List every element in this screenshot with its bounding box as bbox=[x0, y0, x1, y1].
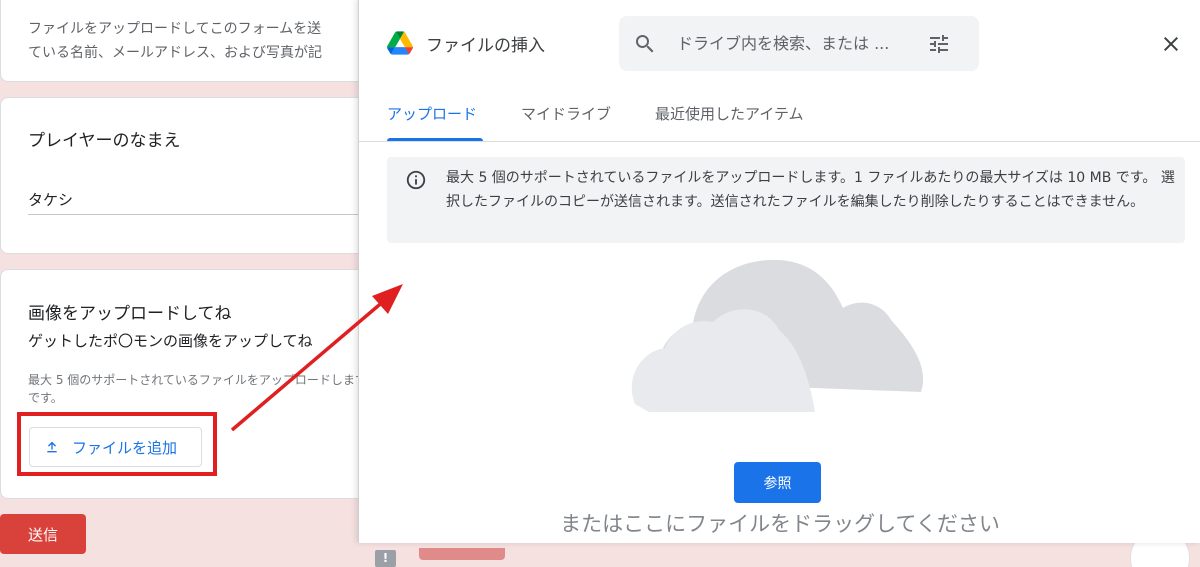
drive-search-box[interactable] bbox=[619, 16, 979, 71]
tab-my-drive[interactable]: マイドライブ bbox=[521, 103, 611, 124]
question-subtitle: ゲットしたポ〇モンの画像をアップしてね bbox=[28, 332, 313, 350]
close-icon[interactable] bbox=[1159, 32, 1183, 56]
answer-field-player-name[interactable]: タケシ bbox=[28, 189, 73, 210]
tune-icon[interactable] bbox=[927, 32, 951, 56]
report-icon[interactable]: ! bbox=[375, 550, 396, 567]
submit-button[interactable]: 送信 bbox=[0, 514, 86, 554]
browse-button[interactable]: 参照 bbox=[734, 462, 821, 503]
question-title: 画像をアップロードしてね bbox=[28, 304, 232, 324]
upload-hint-line-2: です。 bbox=[28, 391, 63, 405]
cloud-illustration bbox=[631, 259, 924, 412]
form-description-line-2: ている名前、メールアドレス、および写真が記 bbox=[28, 45, 322, 61]
question-title: プレイヤーのなまえ bbox=[28, 131, 181, 151]
google-drive-logo bbox=[387, 31, 413, 55]
form-description-card: ファイルをアップロードしてこのフォームを送 ている名前、メールアドレス、および写… bbox=[0, 0, 380, 82]
form-description: ファイルをアップロードしてこのフォームを送 ている名前、メールアドレス、および写… bbox=[28, 17, 322, 65]
form-description-line-1: ファイルをアップロードしてこのフォームを送 bbox=[28, 21, 322, 37]
highlight-box bbox=[17, 412, 217, 476]
answer-underline bbox=[28, 214, 368, 215]
upload-hint-line-1: 最大 5 個のサポートされているファイルをアップロードします。 bbox=[28, 373, 368, 387]
question-card-player-name: プレイヤーのなまえ タケシ bbox=[0, 97, 380, 254]
drag-drop-text: またはここにファイルをドラッグしてください bbox=[560, 512, 1000, 536]
tab-upload[interactable]: アップロード bbox=[387, 103, 477, 124]
file-picker-dialog: ファイルの挿入 アップロード マイドライブ 最近使用したアイテム 最大 5 個の… bbox=[358, 0, 1200, 543]
upload-info-text: 最大 5 個のサポートされているファイルをアップロードします。1 ファイルあたり… bbox=[446, 170, 1175, 210]
tabs-divider bbox=[359, 141, 1200, 142]
picker-title: ファイルの挿入 bbox=[426, 36, 545, 56]
upload-info-banner: 最大 5 個のサポートされているファイルをアップロードします。1 ファイルあたり… bbox=[387, 157, 1185, 243]
picker-tabs: アップロード マイドライブ 最近使用したアイテム bbox=[359, 98, 1200, 142]
tab-recent[interactable]: 最近使用したアイテム bbox=[655, 103, 804, 124]
upload-hint: 最大 5 個のサポートされているファイルをアップロードします。 です。 bbox=[28, 371, 368, 407]
info-icon bbox=[406, 170, 426, 190]
search-input[interactable] bbox=[677, 34, 917, 53]
partial-button bbox=[419, 548, 505, 560]
search-icon[interactable] bbox=[633, 32, 657, 56]
